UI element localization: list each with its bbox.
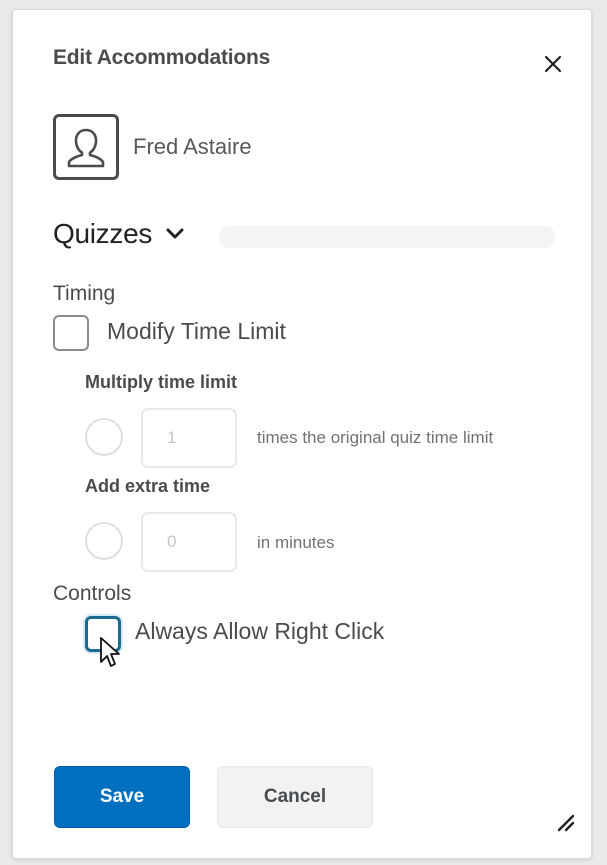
modify-time-limit-checkbox[interactable] — [53, 315, 89, 351]
close-icon[interactable] — [544, 55, 562, 73]
multiply-time-limit-label: Multiply time limit — [85, 372, 238, 392]
close-button[interactable] — [537, 48, 569, 80]
always-allow-right-click-label[interactable]: Always Allow Right Click — [135, 618, 384, 645]
chevron-down-icon — [166, 228, 184, 240]
save-button[interactable]: Save — [54, 766, 190, 828]
avatar — [53, 114, 119, 180]
modify-time-limit-label[interactable]: Modify Time Limit — [107, 318, 286, 345]
section-title: Quizzes — [53, 218, 153, 249]
add-extra-time-label: Add extra time — [85, 476, 211, 496]
user-silhouette-icon — [67, 128, 105, 168]
user-row: Fred Astaire — [53, 114, 252, 180]
multiply-time-limit-suffix: times the original quiz time limit — [257, 428, 494, 447]
multiply-time-limit-radio[interactable] — [85, 418, 123, 456]
add-extra-time-radio[interactable] — [85, 522, 123, 560]
multiply-time-limit-input[interactable] — [141, 408, 237, 468]
section-header-background — [219, 226, 555, 248]
add-extra-time-suffix: in minutes — [257, 533, 335, 552]
cancel-button[interactable]: Cancel — [217, 766, 373, 828]
controls-label: Controls — [53, 582, 132, 605]
add-extra-time-input[interactable] — [141, 512, 237, 572]
timing-label: Timing — [53, 282, 116, 305]
mouse-pointer-icon — [100, 637, 120, 667]
resize-handle-icon[interactable] — [553, 810, 575, 832]
edit-accommodations-dialog: Edit Accommodations Fred Astaire Quizzes… — [12, 9, 592, 859]
user-name: Fred Astaire — [133, 134, 252, 159]
dialog-title: Edit Accommodations — [53, 46, 271, 69]
quizzes-section-toggle[interactable]: Quizzes — [53, 218, 184, 250]
